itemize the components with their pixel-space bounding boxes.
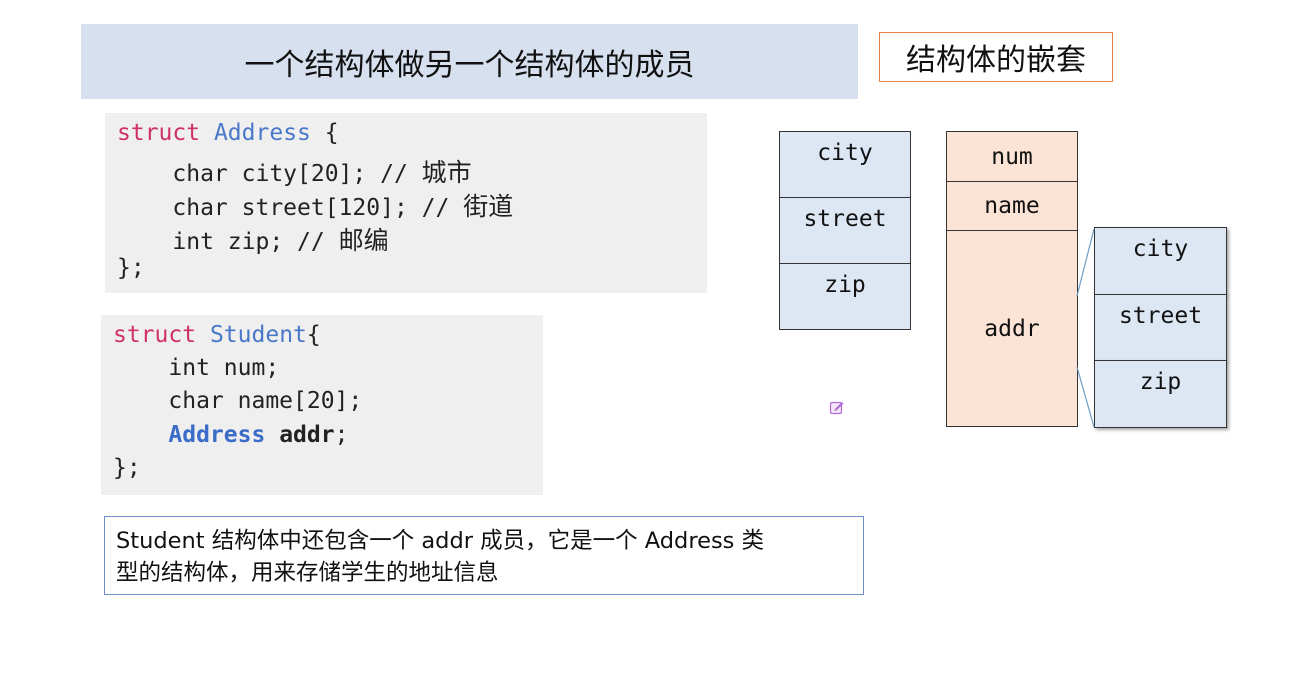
connector-line-top: [1076, 228, 1095, 297]
connector-line-bottom: [1076, 366, 1095, 428]
edit-icon[interactable]: [829, 399, 845, 415]
nesting-connector: [1076, 228, 1095, 428]
